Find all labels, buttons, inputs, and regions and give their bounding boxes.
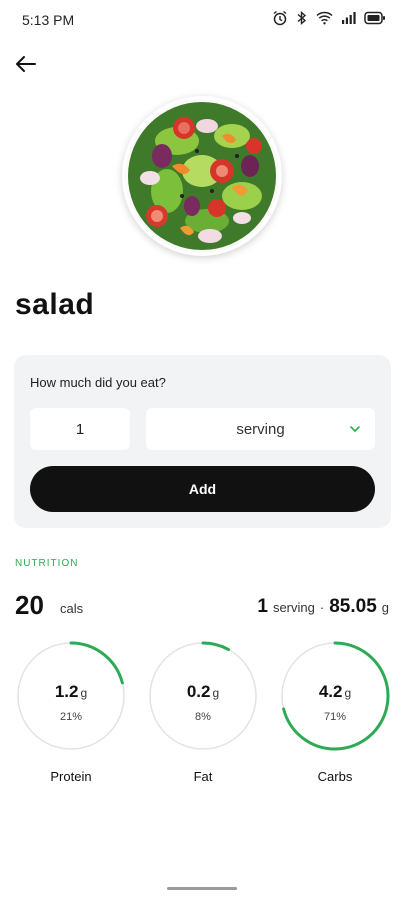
calories-unit: cals (60, 601, 84, 616)
quantity-input[interactable] (30, 408, 130, 450)
macro-value: 1.2 g (54, 682, 88, 701)
arrow-left-icon (16, 56, 36, 72)
status-bar: 5:13 PM (0, 0, 404, 40)
alarm-icon (273, 10, 287, 26)
macro-name: Protein (50, 769, 92, 784)
serving-separator: · (319, 600, 325, 615)
food-title: salad (15, 288, 95, 321)
portion-question: How much did you eat? (30, 375, 166, 390)
status-time: 5:13 PM (22, 12, 75, 28)
serving-weight: 85.05 (329, 596, 377, 617)
unit-select-value: serving (236, 420, 285, 438)
unit-select[interactable]: serving (146, 408, 375, 450)
nutrition-section-label: NUTRITION (15, 558, 79, 569)
macro-percent: 71% (323, 711, 347, 723)
macro-fat: 0.2 g 8% Fat (147, 640, 259, 790)
macro-protein: 1.2 g 21% Protein (15, 640, 127, 790)
macro-carbs: 4.2 g 71% Carbs (279, 640, 391, 790)
macro-percent: 21% (59, 711, 83, 723)
macro-percent: 8% (195, 711, 211, 723)
add-button[interactable]: Add (30, 466, 375, 512)
signal-icon (342, 12, 356, 24)
macro-name: Carbs (317, 769, 353, 784)
serving-weight-unit: g (381, 600, 389, 615)
portion-card: How much did you eat? serving Add (14, 355, 391, 528)
food-image (122, 96, 282, 256)
home-indicator[interactable] (167, 887, 237, 890)
battery-icon (364, 11, 385, 25)
bluetooth-icon (297, 10, 307, 26)
serving-summary: 1 serving · 85.05 g (257, 596, 389, 618)
calories-value: 20 (15, 590, 44, 620)
wifi-icon (316, 11, 333, 25)
status-icons (272, 10, 386, 26)
serving-unit: serving (272, 600, 315, 615)
serving-count: 1 (257, 596, 268, 617)
macro-value: 0.2 g (186, 682, 220, 701)
macro-value: 4.2 g (318, 682, 352, 701)
salad-illustration (125, 99, 279, 253)
back-button[interactable] (12, 50, 40, 78)
chevron-down-icon (350, 426, 360, 432)
macro-name: Fat (193, 769, 213, 784)
